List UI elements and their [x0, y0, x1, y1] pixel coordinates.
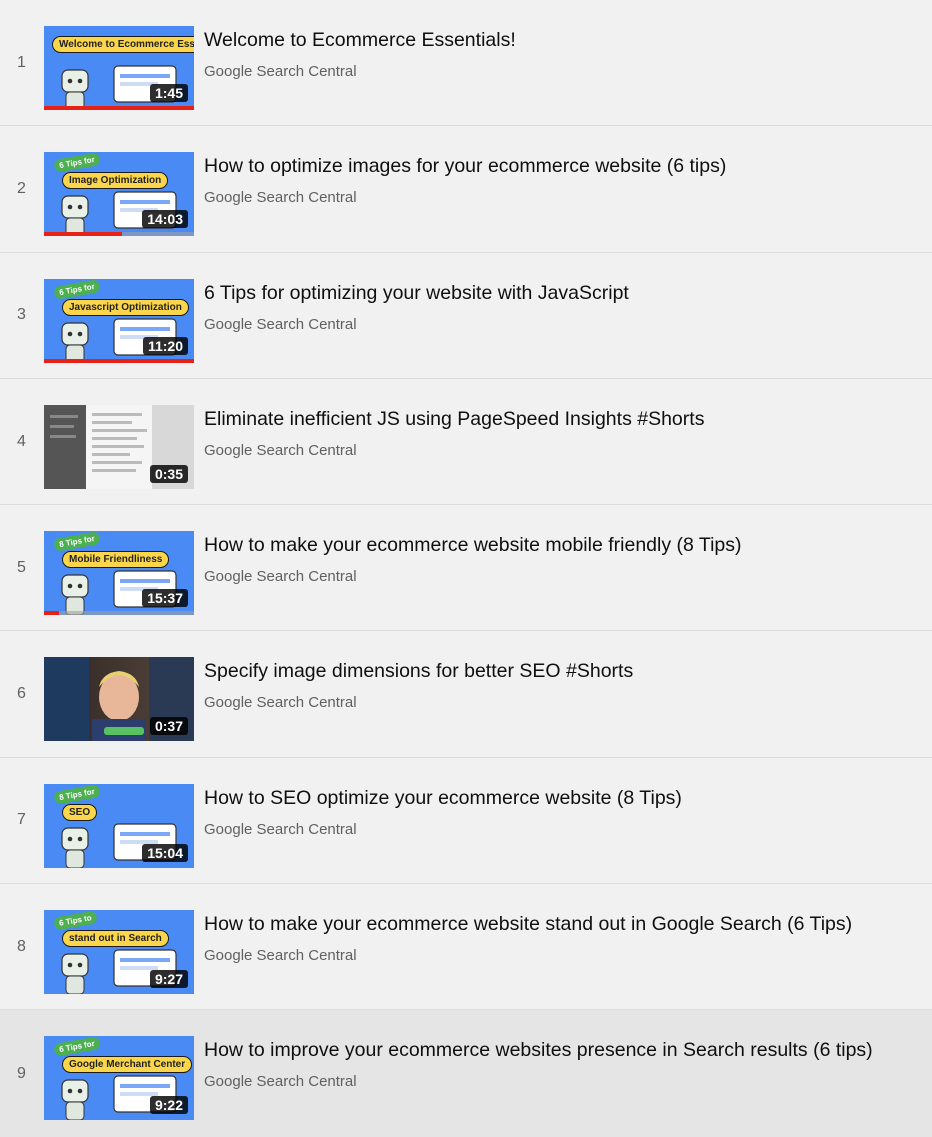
duration-badge: 0:37 [149, 717, 188, 736]
video-title[interactable]: How to make your ecommerce website stand… [204, 912, 912, 936]
item-index: 1 [17, 53, 26, 71]
video-thumbnail[interactable]: 0:37 [44, 657, 194, 742]
playlist-item[interactable]: 96 Tips for Google Merchant Center 9:22 How… [0, 1010, 932, 1137]
playlist-item[interactable]: 1Welcome to Ecommerce Essentials1:45Welc… [0, 0, 932, 127]
video-info: Specify image dimensions for better SEO … [204, 659, 912, 711]
thumbnail-label: SEO [62, 803, 98, 821]
video-thumbnail[interactable]: Welcome to Ecommerce Essentials 1:45 [44, 26, 194, 110]
item-index: 3 [17, 306, 26, 324]
playlist-item[interactable]: 58 Tips for Mobile Friendliness 15:37 How t… [0, 505, 932, 632]
thumbnail-label: Javascript Optimization [62, 298, 189, 316]
playlist-item[interactable]: 86 Tips to stand out in Search 9:27 How to … [0, 884, 932, 1011]
item-index: 8 [17, 937, 26, 955]
duration-badge: 15:04 [142, 843, 188, 862]
video-title[interactable]: How to improve your ecommerce websites p… [204, 1038, 912, 1062]
video-title[interactable]: Welcome to Ecommerce Essentials! [204, 28, 912, 52]
item-index: 4 [17, 432, 26, 450]
channel-name[interactable]: Google Search Central [204, 821, 912, 838]
item-index: 5 [17, 558, 26, 576]
video-thumbnail[interactable]: 6 Tips for Google Merchant Center 9:22 [44, 1036, 194, 1121]
video-info: Eliminate inefficient JS using PageSpeed… [204, 407, 912, 459]
video-title[interactable]: How to optimize images for your ecommerc… [204, 154, 912, 178]
duration-badge: 11:20 [142, 336, 188, 355]
channel-name[interactable]: Google Search Central [204, 1073, 912, 1090]
video-info: How to make your ecommerce website stand… [204, 912, 912, 964]
channel-name[interactable]: Google Search Central [204, 568, 912, 585]
channel-name[interactable]: Google Search Central [204, 947, 912, 964]
channel-name[interactable]: Google Search Central [204, 63, 912, 80]
video-thumbnail[interactable]: 8 Tips for SEO 15:04 [44, 783, 194, 868]
channel-name[interactable]: Google Search Central [204, 442, 912, 459]
item-index: 6 [17, 685, 26, 703]
duration-badge: 14:03 [142, 210, 188, 229]
video-title[interactable]: How to make your ecommerce website mobil… [204, 533, 912, 557]
watch-progress-bar [44, 106, 194, 110]
duration-badge: 1:45 [149, 84, 188, 102]
thumbnail-label: stand out in Search [62, 930, 169, 948]
item-index: 7 [17, 811, 26, 829]
video-info: How to improve your ecommerce websites p… [204, 1038, 912, 1090]
video-thumbnail[interactable]: 0:35 [44, 404, 194, 489]
playlist: 1Welcome to Ecommerce Essentials1:45Welc… [0, 0, 932, 1137]
video-info: How to make your ecommerce website mobil… [204, 533, 912, 585]
video-info: Welcome to Ecommerce Essentials! Google S… [204, 28, 912, 80]
thumbnail-label: Mobile Friendliness [62, 551, 170, 569]
watch-progress-bar [44, 358, 194, 363]
video-thumbnail[interactable]: 6 Tips for Javascript Optimization 11:20 [44, 278, 194, 363]
video-title[interactable]: How to SEO optimize your ecommerce websi… [204, 786, 912, 810]
watch-progress-bar [44, 611, 59, 616]
item-index: 9 [17, 1064, 26, 1082]
playlist-item[interactable]: 36 Tips for Javascript Optimization 11:20 6… [0, 253, 932, 379]
playlist-item[interactable]: 78 Tips for SEO 15:04 How to SEO optimize y… [0, 758, 932, 885]
playlist-item[interactable]: 26 Tips for Image Optimization 14:03 How to… [0, 126, 932, 253]
video-title[interactable]: Eliminate inefficient JS using PageSpeed… [204, 407, 912, 431]
thumbnail-label: Welcome to Ecommerce Essentials [52, 36, 194, 53]
duration-badge: 9:22 [149, 1096, 188, 1115]
duration-badge: 9:27 [149, 970, 188, 989]
channel-name[interactable]: Google Search Central [204, 316, 912, 333]
item-index: 2 [17, 179, 26, 197]
playlist-item[interactable]: 4 0:35 Eliminate inefficient JS using Page… [0, 379, 932, 506]
duration-badge: 0:35 [149, 464, 188, 483]
video-thumbnail[interactable]: 6 Tips for Image Optimization 14:03 [44, 152, 194, 237]
video-info: How to SEO optimize your ecommerce websi… [204, 786, 912, 838]
thumbnail-label: Google Merchant Center [62, 1056, 193, 1074]
video-thumbnail[interactable]: 8 Tips for Mobile Friendliness 15:37 [44, 531, 194, 616]
video-thumbnail[interactable]: 6 Tips to stand out in Search 9:27 [44, 910, 194, 995]
video-info: How to optimize images for your ecommerc… [204, 154, 912, 206]
channel-name[interactable]: Google Search Central [204, 189, 912, 206]
channel-name[interactable]: Google Search Central [204, 694, 912, 711]
watch-progress-track [44, 611, 194, 616]
video-title[interactable]: 6 Tips for optimizing your website with … [204, 281, 912, 305]
watch-progress-bar [44, 232, 122, 237]
video-title[interactable]: Specify image dimensions for better SEO … [204, 659, 912, 683]
video-info: 6 Tips for optimizing your website with … [204, 281, 912, 333]
thumbnail-label: Image Optimization [62, 172, 169, 190]
duration-badge: 15:37 [142, 589, 188, 608]
playlist-item[interactable]: 6 0:37 Specify image dimensions for better… [0, 631, 932, 758]
